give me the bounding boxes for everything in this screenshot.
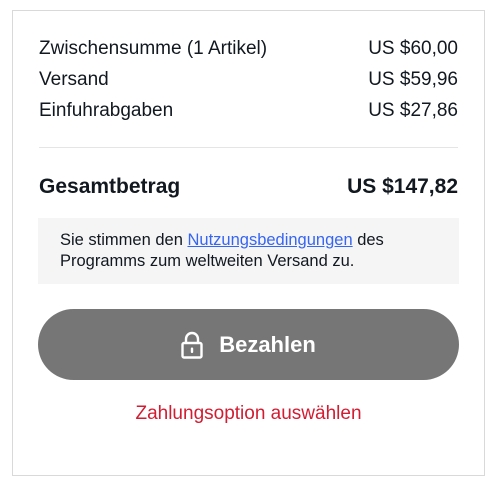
shipping-row: Versand US $59,96	[39, 68, 458, 92]
select-payment-option-link[interactable]: Zahlungsoption auswählen	[13, 403, 484, 425]
total-label: Gesamtbetrag	[39, 175, 181, 198]
shipping-label: Versand	[39, 69, 109, 90]
order-summary-card: Zwischensumme (1 Artikel) US $60,00 Vers…	[12, 10, 485, 476]
shipping-value: US $59,96	[368, 69, 458, 90]
subtotal-value: US $60,00	[368, 38, 458, 59]
subtotal-label: Zwischensumme (1 Artikel)	[39, 38, 268, 59]
lock-icon	[181, 331, 203, 359]
terms-text-before: Sie stimmen den	[60, 231, 188, 249]
total-value: US $147,82	[347, 175, 458, 198]
import-charges-value: US $27,86	[368, 100, 458, 121]
total-row: Gesamtbetrag US $147,82	[39, 173, 458, 201]
import-charges-row: Einfuhrabgaben US $27,86	[39, 99, 458, 123]
terms-notice: Sie stimmen den Nutzungsbedingungen des …	[38, 218, 459, 284]
subtotal-row: Zwischensumme (1 Artikel) US $60,00	[39, 37, 458, 61]
pay-button[interactable]: Bezahlen	[38, 309, 459, 380]
terms-link[interactable]: Nutzungsbedingungen	[187, 231, 352, 249]
pay-button-label: Bezahlen	[219, 331, 316, 357]
divider	[39, 147, 458, 148]
import-charges-label: Einfuhrabgaben	[39, 100, 174, 121]
